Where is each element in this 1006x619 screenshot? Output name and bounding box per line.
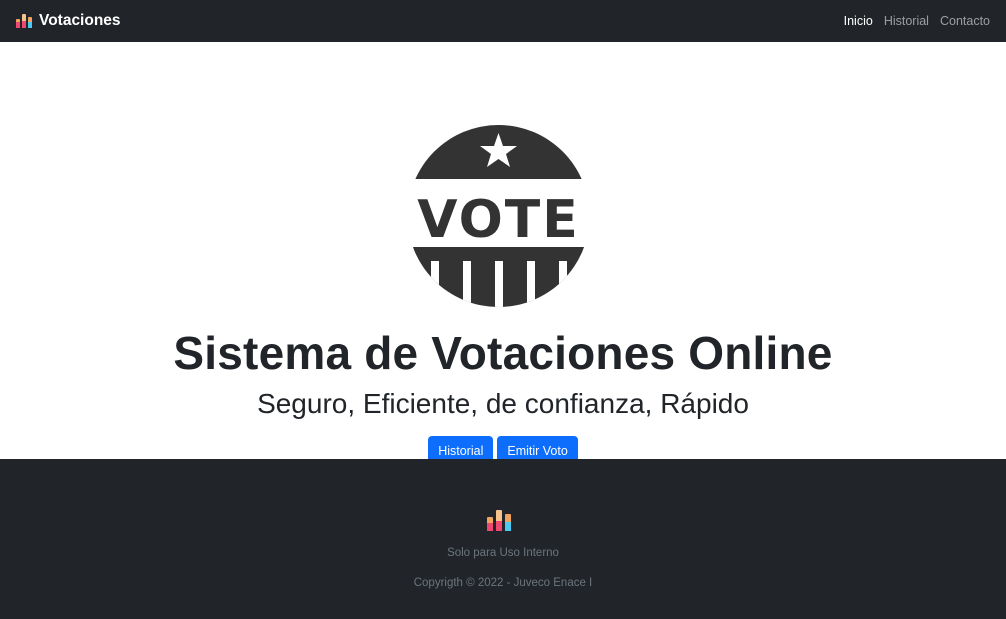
top-navbar: Votaciones Inicio Historial Contacto [0, 0, 1006, 42]
footer: Solo para Uso Interno Copyrigth © 2022 -… [0, 459, 1006, 619]
nav-links: Inicio Historial Contacto [844, 14, 990, 28]
footer-note: Solo para Uso Interno [447, 547, 559, 559]
page-title: Sistema de Votaciones Online [173, 327, 833, 379]
hero-section: VOTE Sistema de Votaciones Online Seguro… [0, 42, 1006, 465]
raised-hands-logo-icon [16, 14, 32, 28]
footer-copyright: Copyrigth © 2022 - Juveco Enace I [413, 577, 593, 589]
nav-link-contacto[interactable]: Contacto [940, 14, 990, 28]
nav-link-historial[interactable]: Historial [884, 14, 929, 28]
page-subtitle: Seguro, Eficiente, de confianza, Rápido [257, 388, 749, 419]
raised-hands-footer-icon [487, 510, 511, 531]
brand-link[interactable]: Votaciones [15, 12, 121, 30]
nav-link-inicio[interactable]: Inicio [844, 14, 873, 28]
vote-badge-text: VOTE [417, 190, 580, 250]
brand-name: Votaciones [39, 12, 121, 29]
vote-badge-icon: VOTE [407, 125, 590, 307]
